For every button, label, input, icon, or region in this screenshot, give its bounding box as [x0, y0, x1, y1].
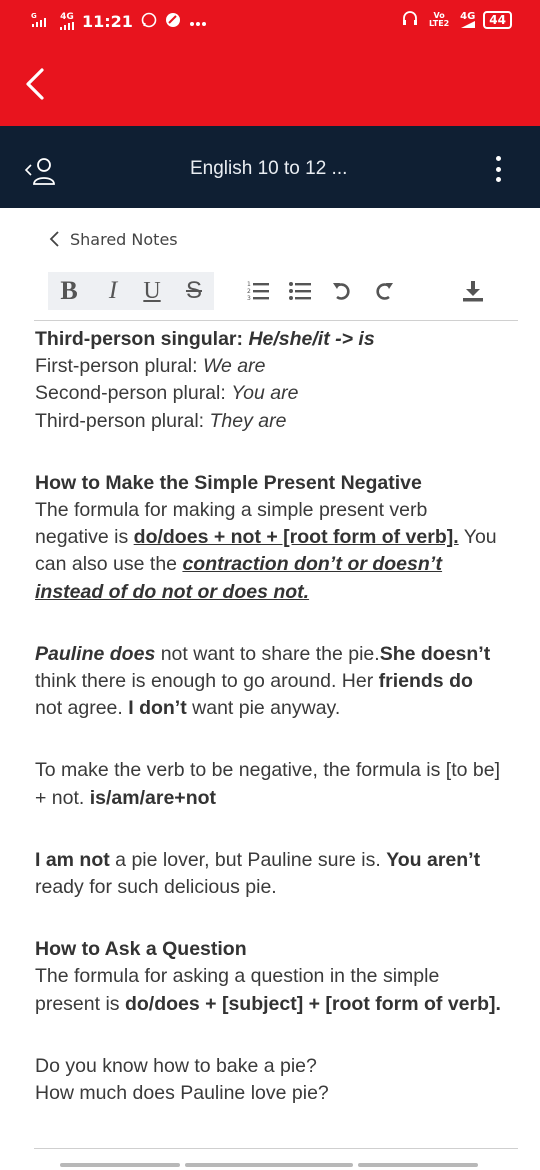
download-button[interactable] [460, 276, 486, 306]
shared-notes-back-link[interactable]: Shared Notes [48, 228, 178, 250]
chevron-left-icon [26, 68, 44, 100]
download-icon [463, 281, 483, 302]
note-paragraph: To make the verb to be negative, the for… [35, 759, 501, 809]
volte-indicator: Vo LTE2 [428, 11, 450, 28]
network-type-right: 4G [460, 11, 475, 28]
svg-text:3: 3 [247, 295, 251, 302]
svg-text:2: 2 [247, 288, 251, 295]
italic-button[interactable]: I [102, 276, 124, 306]
shared-notes-label: Shared Notes [70, 229, 178, 249]
section-heading: How to Make the Simple Present Negative [35, 471, 422, 494]
scroll-indicator [185, 1163, 353, 1167]
redo-button[interactable] [372, 276, 396, 306]
ordered-list-button[interactable]: 1 2 3 [246, 276, 270, 306]
user-back-icon [24, 158, 55, 185]
note-line: Third-person singular: He/she/it -> is [35, 328, 375, 350]
chevron-left-icon [49, 231, 59, 247]
note-line: First-person plural: We are [35, 355, 266, 378]
status-bar: G 4G 11:21 Vo LTE2 4G 44 [0, 0, 540, 44]
undo-icon [333, 283, 350, 300]
clock-time: 11:21 [82, 12, 133, 31]
more-vertical-icon [495, 156, 501, 161]
note-paragraph: Pauline does not want to share the pie.S… [35, 642, 491, 720]
note-line: How much does Pauline love pie? [35, 1082, 329, 1105]
svg-text:1: 1 [247, 281, 251, 288]
note-paragraph: The formula for making a simple present … [35, 499, 497, 603]
scroll-indicator [60, 1163, 180, 1167]
undo-button[interactable] [330, 276, 354, 306]
note-line: Second-person plural: You are [35, 382, 299, 405]
note-line: Do you know how to bake a pie? [35, 1054, 317, 1077]
strikethrough-button[interactable]: S [182, 276, 206, 306]
toolbar-divider [34, 320, 518, 321]
bold-button[interactable]: B [56, 276, 82, 306]
note-paragraph: The formula for asking a question in the… [35, 965, 501, 1015]
more-options-button[interactable] [488, 152, 508, 186]
more-notifications-icon [189, 12, 207, 31]
scroll-indicator [358, 1163, 478, 1167]
note-line: Third-person plural: They are [35, 409, 287, 432]
course-title: English 10 to 12 ... [190, 158, 348, 179]
network-type-left: 4G [60, 13, 74, 30]
underline-button[interactable]: U [140, 276, 164, 306]
app-notification-icon [165, 12, 181, 32]
bottom-divider [34, 1148, 518, 1149]
note-content[interactable]: Third-person singular: He/she/it -> is F… [35, 326, 505, 1107]
ordered-list-icon: 1 2 3 [247, 281, 269, 302]
battery-indicator: 44 [483, 11, 512, 29]
signal-strength-icon: G [30, 11, 52, 32]
svg-text:G: G [31, 12, 37, 20]
bullet-list-icon [289, 282, 311, 300]
section-heading: How to Ask a Question [35, 938, 247, 961]
whatsapp-icon [141, 12, 157, 32]
headphones-icon [402, 10, 418, 30]
bullet-list-button[interactable] [288, 276, 312, 306]
editor-toolbar: B I U S 1 2 3 [48, 270, 518, 312]
note-paragraph: I am not a pie lover, but Pauline sure i… [35, 848, 481, 899]
redo-icon [376, 283, 393, 300]
switch-user-button[interactable] [24, 154, 64, 186]
back-button[interactable] [18, 64, 54, 104]
